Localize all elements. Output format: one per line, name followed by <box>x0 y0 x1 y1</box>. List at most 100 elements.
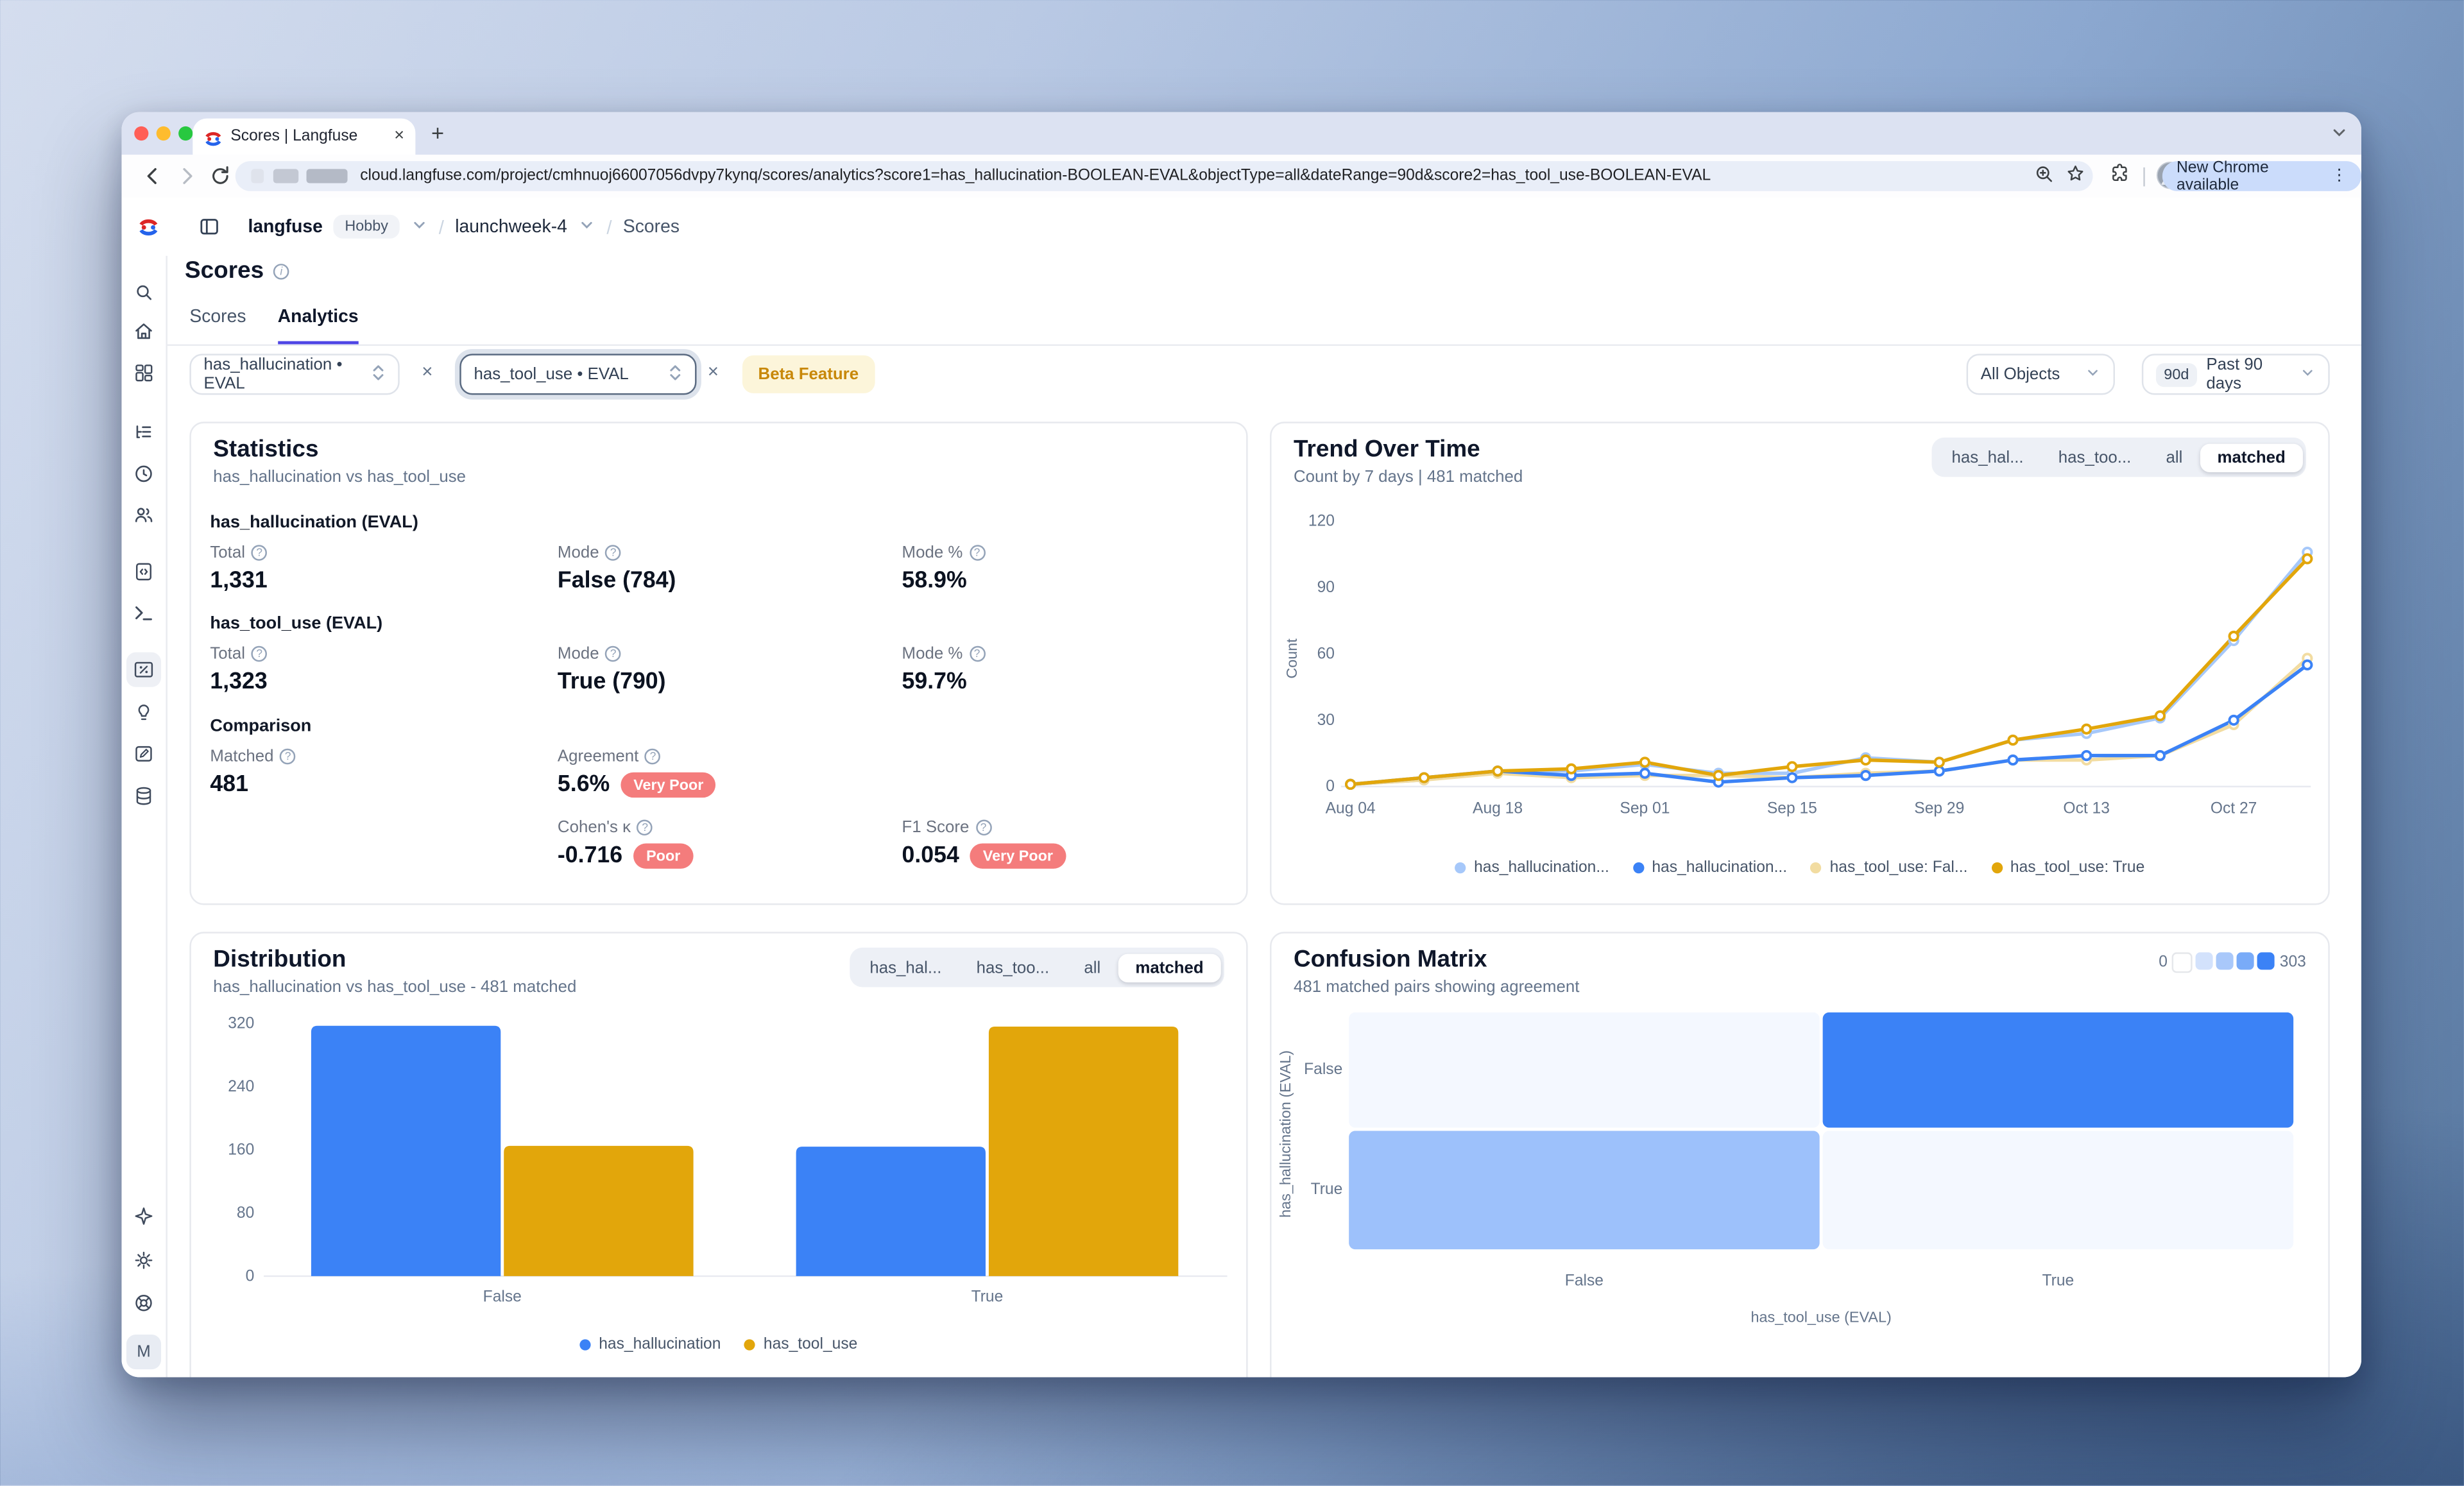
plan-badge: Hobby <box>334 215 399 239</box>
distribution-bar-chart: 080160240320FalseTrue <box>201 1002 1240 1317</box>
home-icon[interactable] <box>133 321 155 343</box>
segmented-tab-all[interactable]: all <box>2148 443 2200 471</box>
trend-legend: has_hallucination... has_hallucination...… <box>1272 859 2329 876</box>
reload-icon[interactable] <box>209 164 232 188</box>
trend-card: Trend Over Time Count by 7 days | 481 ma… <box>1270 422 2330 905</box>
segmented-tab-matched[interactable]: matched <box>2200 443 2302 471</box>
info-icon[interactable] <box>273 263 289 279</box>
help-icon[interactable] <box>637 820 653 836</box>
project-chevron-icon[interactable] <box>578 212 595 241</box>
playground-terminal-icon[interactable] <box>133 602 155 624</box>
bookmark-star-icon[interactable] <box>2064 163 2086 185</box>
segmented-tab-all[interactable]: all <box>1066 953 1118 982</box>
date-range-select[interactable]: 90d Past 90 days <box>2142 354 2330 395</box>
legend-item: has_tool_use: True <box>1991 859 2144 876</box>
zoom-icon[interactable] <box>2033 163 2055 185</box>
breadcrumb-separator: / <box>606 216 612 237</box>
new-tab-button[interactable]: + <box>431 120 444 145</box>
prompts-file-code-icon[interactable] <box>133 561 155 583</box>
rating-badge: Poor <box>633 843 693 868</box>
extensions-puzzle-icon[interactable] <box>2109 163 2130 185</box>
project-name[interactable]: launchweek-4 <box>455 217 567 236</box>
scale-swatch <box>2216 952 2234 969</box>
metric-value: 0.054 <box>902 843 959 868</box>
sidebar-toggle-icon[interactable] <box>198 215 221 239</box>
help-icon[interactable] <box>605 646 621 662</box>
metric-label: Matched <box>210 747 273 766</box>
tab-analytics[interactable]: Analytics <box>278 308 359 345</box>
back-icon[interactable] <box>141 164 164 188</box>
metric-value: -0.716 <box>558 843 622 868</box>
remove-score2-icon[interactable]: × <box>708 360 719 382</box>
url-text: cloud.langfuse.com/project/cmhnuoj660070… <box>360 167 1711 185</box>
support-lifebuoy-icon[interactable] <box>133 1292 155 1314</box>
org-chevron-icon[interactable] <box>410 212 427 241</box>
legend-item: has_tool_use: Fal... <box>1811 859 1967 876</box>
help-icon[interactable] <box>280 749 296 765</box>
breadcrumb-page[interactable]: Scores <box>623 217 680 236</box>
tab-search-chevron-icon[interactable] <box>2330 122 2349 150</box>
help-icon[interactable] <box>645 749 661 765</box>
url-bar[interactable]: cloud.langfuse.com/project/cmhnuoj660070… <box>235 161 2093 191</box>
score2-select[interactable]: has_tool_use • EVAL <box>459 354 696 395</box>
confusion-cell-true-true <box>1823 1131 2294 1249</box>
traffic-zoom-button[interactable] <box>178 126 193 141</box>
legend-label: has_hallucination... <box>1652 859 1787 876</box>
traces-tree-icon[interactable] <box>133 422 155 443</box>
help-icon[interactable] <box>969 646 985 662</box>
section-label: has_hallucination (EVAL) <box>210 513 418 533</box>
legend-label: has_hallucination... <box>1474 859 1609 876</box>
card-subtitle: 481 matched pairs showing agreement <box>1294 978 1579 997</box>
tab-close-icon[interactable]: × <box>394 128 404 145</box>
confusion-col-label: True <box>1823 1273 2294 1290</box>
annotation-pen-icon[interactable] <box>133 742 155 764</box>
tab-scores[interactable]: Scores <box>189 308 246 345</box>
user-avatar[interactable]: M <box>126 1335 161 1369</box>
help-icon[interactable] <box>975 820 991 836</box>
section-label: Comparison <box>210 717 311 737</box>
whats-new-sparkle-icon[interactable] <box>133 1205 155 1227</box>
help-icon[interactable] <box>605 545 621 561</box>
sessions-clock-icon[interactable] <box>133 463 155 484</box>
kebab-menu-icon[interactable]: ⋮ <box>2331 167 2347 185</box>
settings-gear-icon[interactable] <box>133 1249 155 1271</box>
help-icon[interactable] <box>252 545 268 561</box>
segmented-tab-hastoo[interactable]: has_too... <box>959 953 1067 982</box>
datasets-database-icon[interactable] <box>133 785 155 807</box>
desktop: Scores | Langfuse × + cloud.langfuse.com… <box>0 0 2464 1486</box>
card-title: Distribution <box>213 946 346 973</box>
card-subtitle: has_hallucination vs has_tool_use <box>213 468 466 487</box>
dashboard-grid-icon[interactable] <box>133 362 155 384</box>
help-icon[interactable] <box>252 646 268 662</box>
legend-label: has_tool_use: True <box>2010 859 2144 876</box>
search-icon[interactable] <box>133 281 155 303</box>
metric-label: F1 Score <box>902 818 970 837</box>
object-type-select[interactable]: All Objects <box>1967 354 2115 395</box>
browser-window: Scores | Langfuse × + cloud.langfuse.com… <box>122 112 2361 1378</box>
traffic-minimize-button[interactable] <box>157 126 171 141</box>
legend-item: has_hallucination <box>580 1336 721 1353</box>
confusion-cell-false-true <box>1823 1012 2294 1128</box>
segmented-tab-hashal[interactable]: has_hal... <box>852 953 959 982</box>
browser-tab[interactable]: Scores | Langfuse × <box>193 119 415 155</box>
confusion-cell-false-false <box>1349 1012 1820 1128</box>
updown-icon <box>668 363 682 386</box>
forward-icon[interactable] <box>175 164 199 188</box>
svg-text:Oct 27: Oct 27 <box>2211 800 2257 817</box>
segmented-tab-hastoo[interactable]: has_too... <box>2041 443 2149 471</box>
traffic-close-button[interactable] <box>134 126 148 141</box>
browser-tabstrip: Scores | Langfuse × + <box>122 112 2361 155</box>
new-chrome-available-button[interactable]: New Chrome available ⋮ <box>2162 161 2361 191</box>
scores-icon[interactable] <box>133 658 155 680</box>
remove-score1-icon[interactable]: × <box>422 360 432 382</box>
lightbulb-icon[interactable] <box>133 701 155 723</box>
svg-text:120: 120 <box>1308 513 1335 530</box>
org-name[interactable]: langfuse <box>248 217 322 236</box>
users-icon[interactable] <box>133 504 155 525</box>
help-icon[interactable] <box>969 545 985 561</box>
range-shortcut-badge: 90d <box>2156 363 2197 386</box>
legend-item: has_hallucination... <box>1455 859 1609 876</box>
segmented-tab-matched[interactable]: matched <box>1118 953 1220 982</box>
segmented-tab-hashal[interactable]: has_hal... <box>1934 443 2041 471</box>
score1-select[interactable]: has_hallucination • EVAL <box>189 354 399 395</box>
